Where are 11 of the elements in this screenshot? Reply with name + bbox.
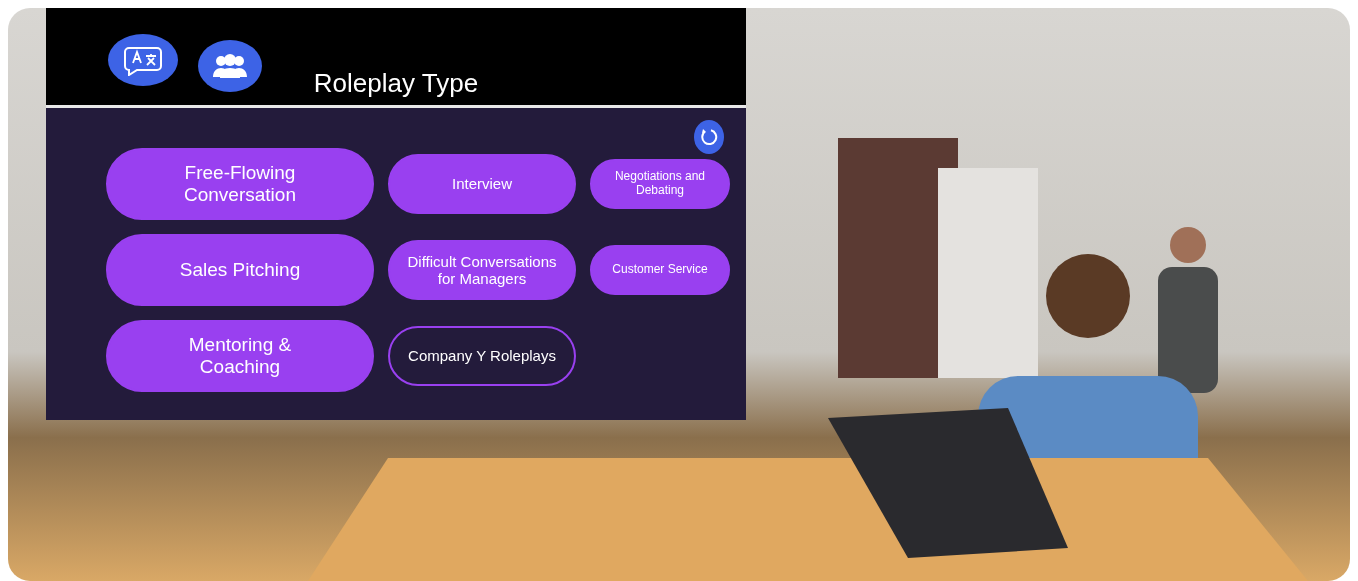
roleplay-option-button[interactable]: Sales Pitching bbox=[106, 234, 374, 306]
roleplay-option-button[interactable]: Difficult Conversations for Managers bbox=[388, 240, 576, 300]
roleplay-option-button[interactable]: Company Y Roleplays bbox=[388, 326, 576, 386]
panel-title: Roleplay Type bbox=[313, 68, 479, 99]
group-icon[interactable] bbox=[198, 40, 262, 92]
roleplay-option-button[interactable]: Free-Flowing Conversation bbox=[106, 148, 374, 220]
roleplay-option-button[interactable]: Negotiations and Debating bbox=[590, 159, 730, 209]
roleplay-option-button[interactable]: Customer Service bbox=[590, 245, 730, 295]
roleplay-option-button[interactable]: Interview bbox=[388, 154, 576, 214]
roleplay-option-button[interactable]: Mentoring & Coaching bbox=[106, 320, 374, 392]
refresh-icon[interactable] bbox=[694, 120, 724, 154]
